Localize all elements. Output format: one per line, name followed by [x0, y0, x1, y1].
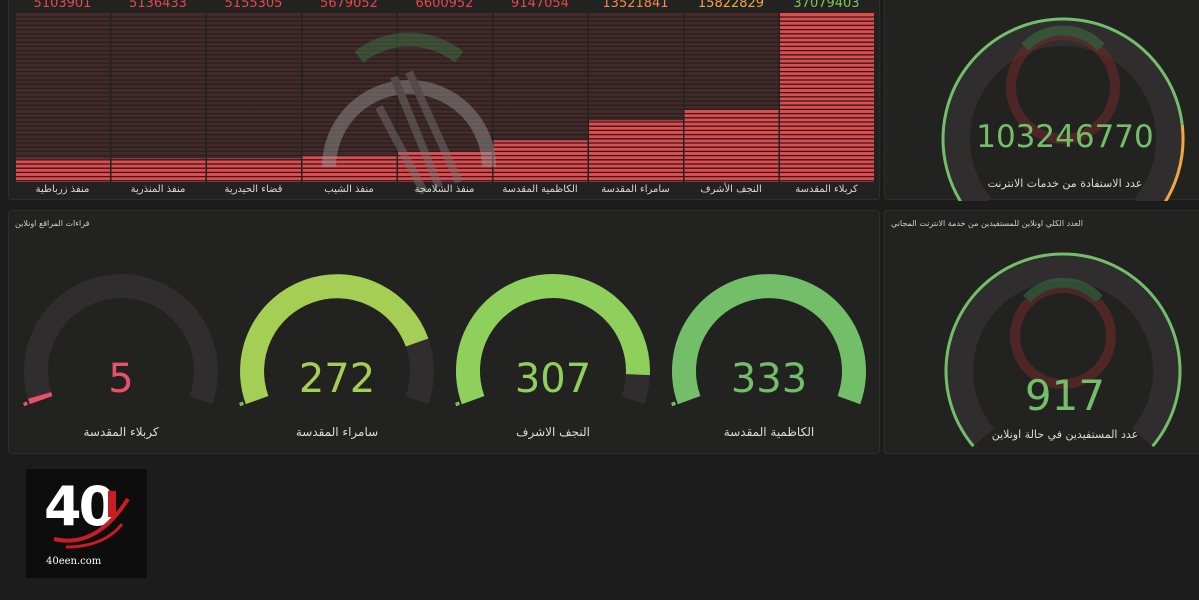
total-usage-gauge [941, 17, 1185, 201]
gauge-threshold-marker [23, 401, 28, 407]
readings-panel-title: قراءات المراقع اونلاين [15, 219, 90, 228]
total-usage-label: عدد الاستفادة من خدمات الانترنت [987, 177, 1143, 190]
bar-chart-panel: 5103901 5136433 5155305 5679052 6600952 91470… [8, 0, 881, 200]
reading-label: النجف الاشرف [516, 425, 590, 439]
reading-value: 333 [730, 356, 808, 402]
bar-value-label: 15822829 [697, 0, 765, 11]
reading-label: كربلاء المقدسة [83, 425, 159, 439]
reading-label: الكاظمية المقدسة [723, 425, 815, 439]
bar [207, 158, 301, 182]
bar-value-label: 13521841 [602, 0, 669, 11]
online-panel: العدد الكلي اونلاين للمستفيدين من خدمة ا… [884, 210, 1199, 454]
bar-category-label: منفذ الشيب [324, 184, 374, 195]
seal-watermark-online [1010, 277, 1116, 389]
online-label: عدد المستفيدين في حالة اونلاين [991, 428, 1139, 441]
bar-category-label: النجف الأشرف [700, 184, 762, 195]
bar-value-label: 9147054 [511, 0, 569, 11]
total-usage-value: 103246770 [976, 119, 1154, 155]
channel-logo: 40 40een.com [26, 469, 147, 578]
bar [684, 109, 779, 182]
bar-category-label: منفذ الشلامجة [414, 184, 475, 195]
gauge-threshold-marker [455, 401, 460, 407]
gauge-threshold-marker [239, 401, 244, 407]
bar-category-label: الكاظمية المقدسة [502, 184, 578, 195]
reading-value: 307 [514, 356, 592, 402]
reading-value: 272 [298, 356, 376, 402]
bar-category-label: كربلاء المقدسة [795, 184, 858, 195]
bar-value-label: 5136433 [129, 0, 187, 11]
bar-category-label: منفذ المنذرية [130, 184, 186, 195]
reading-label: سامراء المقدسة [295, 425, 379, 439]
gauge-threshold-marker [671, 401, 676, 407]
bar-value-label: 5679052 [320, 0, 378, 11]
bar-category-label: سامراء المقدسة [601, 184, 670, 195]
bar-value-label: 37079403 [793, 0, 860, 11]
bar [16, 158, 110, 182]
bar-category-label: منفذ زرباطية [35, 184, 90, 195]
bar-value-label: 5155305 [224, 0, 283, 11]
bar [111, 158, 206, 182]
bar-category-label: قضاء الحيدرية [224, 184, 283, 195]
total-usage-panel: 103246770 عدد الاستفادة من خدمات الانترن… [884, 0, 1199, 201]
bar-value-label: 5103901 [33, 0, 92, 11]
seal-watermark [322, 32, 496, 194]
bar-value-label: 6600952 [415, 0, 474, 11]
online-value: 917 [1024, 371, 1106, 420]
logo-site: 40een.com [46, 556, 102, 567]
readings-panel: قراءات المراقع اونلاين 5 كربلاء المقدسة 27… [8, 210, 880, 454]
reading-value: 5 [108, 356, 134, 402]
